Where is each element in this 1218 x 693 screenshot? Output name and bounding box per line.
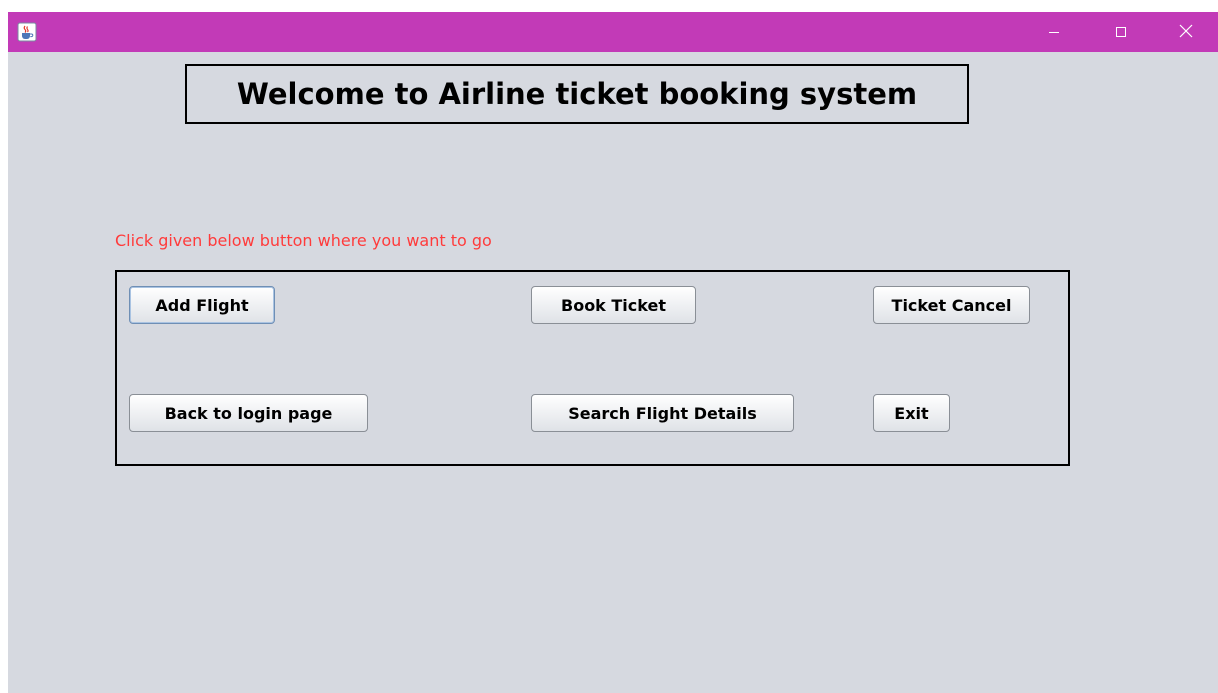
back-to-login-button[interactable]: Back to login page xyxy=(129,394,368,432)
maximize-icon xyxy=(1115,23,1127,42)
close-button[interactable] xyxy=(1163,12,1209,52)
minimize-icon xyxy=(1048,23,1060,42)
search-flight-details-button[interactable]: Search Flight Details xyxy=(531,394,794,432)
exit-button[interactable]: Exit xyxy=(873,394,950,432)
instruction-text: Click given below button where you want … xyxy=(115,231,492,250)
add-flight-button[interactable]: Add Flight xyxy=(129,286,275,324)
page-title-box: Welcome to Airline ticket booking system xyxy=(185,64,969,124)
close-icon xyxy=(1179,23,1193,42)
maximize-button[interactable] xyxy=(1098,12,1144,52)
book-ticket-button[interactable]: Book Ticket xyxy=(531,286,696,324)
page-title: Welcome to Airline ticket booking system xyxy=(236,77,918,111)
title-bar[interactable] xyxy=(8,12,1218,52)
minimize-button[interactable] xyxy=(1031,12,1077,52)
ticket-cancel-button[interactable]: Ticket Cancel xyxy=(873,286,1030,324)
java-coffee-cup-icon xyxy=(17,22,37,42)
app-window: Welcome to Airline ticket booking system… xyxy=(8,12,1218,693)
navigation-button-panel: Add Flight Book Ticket Ticket Cancel Bac… xyxy=(115,270,1070,466)
